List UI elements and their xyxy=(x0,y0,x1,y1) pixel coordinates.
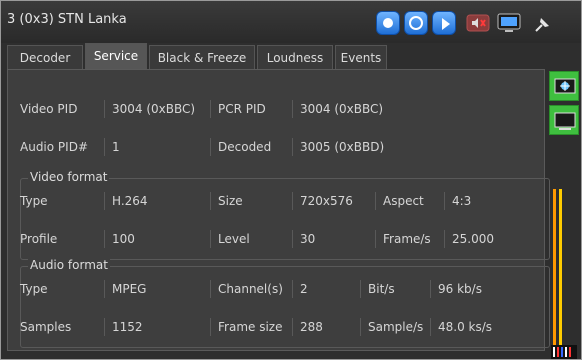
channels-value: 2 xyxy=(300,282,308,296)
channels-label: Channel(s) xyxy=(218,282,283,296)
meter-bar xyxy=(565,347,567,357)
separator xyxy=(104,318,105,336)
tab-decoder[interactable]: Decoder xyxy=(7,45,83,69)
size-label: Size xyxy=(218,194,243,208)
separator xyxy=(104,138,105,156)
service-panel: Video PID 3004 (0xBBC) PCR PID 3004 (0xB… xyxy=(7,69,550,351)
play-button[interactable] xyxy=(432,11,456,35)
play-icon xyxy=(442,18,450,30)
service-row-2: Audio PID# 1 Decoded 3005 (0xBBD) xyxy=(20,132,544,162)
separator xyxy=(430,318,431,336)
pcr-pid-label: PCR PID xyxy=(218,102,266,116)
video-format-label: Video format xyxy=(28,170,110,184)
service-window: 3 (0x3) STN Lanka Decoder Service Black xyxy=(0,0,582,360)
separator xyxy=(292,318,293,336)
monitor-icon[interactable] xyxy=(497,12,521,34)
audio-pid-label: Audio PID# xyxy=(20,140,88,154)
separator xyxy=(104,280,105,298)
record-icon xyxy=(409,16,423,30)
tab-events[interactable]: Events xyxy=(335,45,387,69)
separator xyxy=(210,100,211,118)
separator xyxy=(104,192,105,210)
separator xyxy=(104,100,105,118)
separator xyxy=(210,138,211,156)
audio-type-value: MPEG xyxy=(112,282,147,296)
separator xyxy=(444,192,445,210)
decoded-value: 3005 (0xBBD) xyxy=(300,140,385,154)
display-settings-icon xyxy=(554,78,576,94)
audio-type-label: Type xyxy=(20,282,48,296)
tab-black-freeze[interactable]: Black & Freeze xyxy=(149,45,255,69)
separator xyxy=(375,230,376,248)
samples-value: 1152 xyxy=(112,320,143,334)
meter-bar xyxy=(561,347,563,357)
separator xyxy=(292,138,293,156)
bitrate-value: 96 kb/s xyxy=(438,282,482,296)
record-button[interactable] xyxy=(404,11,428,35)
pcr-pid-value: 3004 (0xBBC) xyxy=(300,102,384,116)
profile-value: 100 xyxy=(112,232,135,246)
frame-rate-label: Frame/s xyxy=(383,232,431,246)
audio-row-2: Samples 1152 Frame size 288 Sample/s 48.… xyxy=(20,312,544,342)
video-row-1: Type H.264 Size 720x576 Aspect 4:3 xyxy=(20,186,544,216)
audio-format-label: Audio format xyxy=(28,258,110,272)
audio-meter-right xyxy=(559,189,562,349)
frame-size-value: 288 xyxy=(300,320,323,334)
aspect-label: Aspect xyxy=(383,194,424,208)
mute-icon[interactable] xyxy=(466,12,490,34)
screen-icon xyxy=(554,112,576,130)
profile-label: Profile xyxy=(20,232,58,246)
separator xyxy=(360,318,361,336)
meter-bar xyxy=(569,347,571,357)
size-value: 720x576 xyxy=(300,194,353,208)
window-title: 3 (0x3) STN Lanka xyxy=(7,12,127,27)
video-row-2: Profile 100 Level 30 Frame/s 25.000 xyxy=(20,224,544,254)
separator xyxy=(444,230,445,248)
tab-service[interactable]: Service xyxy=(85,43,147,69)
separator xyxy=(210,318,211,336)
separator xyxy=(104,230,105,248)
separator xyxy=(210,230,211,248)
type-value: H.264 xyxy=(112,194,148,208)
level-value: 30 xyxy=(300,232,316,246)
video-pid-value: 3004 (0xBBC) xyxy=(112,102,196,116)
separator xyxy=(360,280,361,298)
level-label: Level xyxy=(218,232,250,246)
separator xyxy=(292,192,293,210)
separator xyxy=(292,280,293,298)
type-label: Type xyxy=(20,194,48,208)
title-bar: 3 (0x3) STN Lanka xyxy=(1,1,581,43)
sample-rate-value: 48.0 ks/s xyxy=(438,320,493,334)
separator xyxy=(375,192,376,210)
pin-icon[interactable] xyxy=(531,12,555,34)
service-row-1: Video PID 3004 (0xBBC) PCR PID 3004 (0xB… xyxy=(20,94,544,124)
aspect-value: 4:3 xyxy=(452,194,472,208)
audio-row-1: Type MPEG Channel(s) 2 Bit/s 96 kb/s xyxy=(20,274,544,304)
display-settings-button[interactable] xyxy=(549,71,579,101)
screen-button[interactable] xyxy=(549,105,579,135)
video-pid-label: Video PID xyxy=(20,102,78,116)
meter-bar xyxy=(553,347,555,357)
stop-button[interactable] xyxy=(376,11,400,35)
sample-rate-label: Sample/s xyxy=(368,320,424,334)
frame-rate-value: 25.000 xyxy=(452,232,494,246)
separator xyxy=(430,280,431,298)
separator xyxy=(210,280,211,298)
side-controls xyxy=(549,69,579,359)
meter-bar xyxy=(557,347,559,357)
tab-loudness[interactable]: Loudness xyxy=(257,45,333,69)
decoded-label: Decoded xyxy=(218,140,272,154)
samples-label: Samples xyxy=(20,320,72,334)
bitrate-label: Bit/s xyxy=(368,282,395,296)
meter-baseline xyxy=(551,345,577,359)
separator xyxy=(292,100,293,118)
separator xyxy=(292,230,293,248)
stop-icon xyxy=(383,18,393,28)
audio-meter-left xyxy=(553,189,556,349)
audio-pid-value: 1 xyxy=(112,140,120,154)
separator xyxy=(210,192,211,210)
frame-size-label: Frame size xyxy=(218,320,283,334)
